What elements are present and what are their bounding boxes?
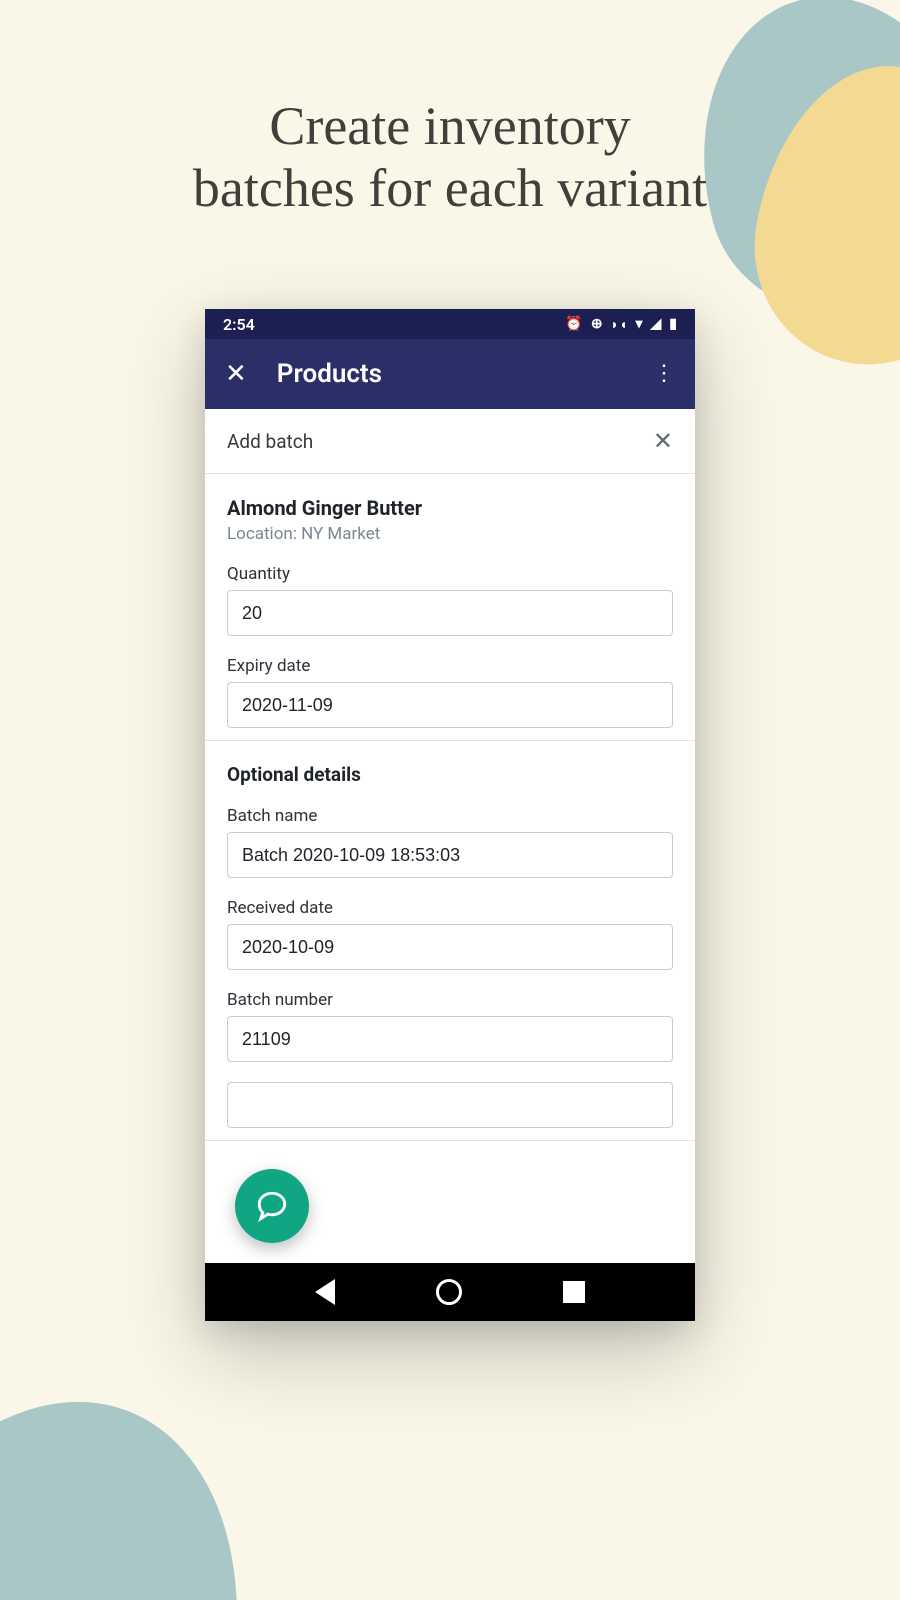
signal-icon: ◢ bbox=[651, 316, 662, 332]
alarm-icon: ⏰ bbox=[565, 316, 582, 332]
headline-line: Create inventory bbox=[269, 96, 630, 156]
status-time: 2:54 bbox=[223, 315, 255, 334]
received-date-field: Received date bbox=[227, 898, 673, 970]
extra-input[interactable] bbox=[227, 1082, 673, 1128]
close-icon[interactable]: ✕ bbox=[653, 427, 673, 455]
nav-back-icon[interactable] bbox=[315, 1279, 335, 1305]
battery-icon: ▮ bbox=[669, 316, 677, 332]
decorative-blob bbox=[0, 1342, 313, 1600]
batch-number-input[interactable] bbox=[227, 1016, 673, 1062]
quantity-input[interactable] bbox=[227, 590, 673, 636]
extra-field bbox=[227, 1082, 673, 1128]
page-headline: Create inventory batches for each varian… bbox=[0, 95, 900, 219]
batch-name-field: Batch name bbox=[227, 806, 673, 878]
android-nav-bar bbox=[205, 1263, 695, 1321]
quantity-label: Quantity bbox=[227, 564, 673, 584]
vibrate-icon: ◗◖ bbox=[611, 316, 628, 333]
batch-number-label: Batch number bbox=[227, 990, 673, 1010]
product-location: Location: NY Market bbox=[227, 524, 673, 544]
optional-section: Optional details Batch name Received dat… bbox=[205, 741, 695, 1141]
phone-mockup: 2:54 ⏰ ⊕ ◗◖ ▾ ◢ ▮ ✕ Products ⋮ Add batch… bbox=[205, 309, 695, 1321]
nav-recent-icon[interactable] bbox=[563, 1281, 585, 1303]
status-icons: ⏰ ⊕ ◗◖ ▾ ◢ ▮ bbox=[565, 316, 677, 333]
batch-name-label: Batch name bbox=[227, 806, 673, 826]
batch-name-input[interactable] bbox=[227, 832, 673, 878]
received-date-input[interactable] bbox=[227, 924, 673, 970]
target-icon: ⊕ bbox=[591, 316, 603, 332]
status-bar: 2:54 ⏰ ⊕ ◗◖ ▾ ◢ ▮ bbox=[205, 309, 695, 339]
received-date-label: Received date bbox=[227, 898, 673, 918]
screen-content: Add batch ✕ Almond Ginger Butter Locatio… bbox=[205, 409, 695, 1263]
app-bar: ✕ Products ⋮ bbox=[205, 339, 695, 409]
headline-line: batches for each variant bbox=[193, 158, 707, 218]
close-icon[interactable]: ✕ bbox=[225, 361, 247, 387]
expiry-label: Expiry date bbox=[227, 656, 673, 676]
wifi-icon: ▾ bbox=[635, 316, 642, 332]
chat-icon bbox=[255, 1189, 289, 1223]
expiry-field: Expiry date bbox=[227, 656, 673, 728]
chat-fab[interactable] bbox=[235, 1169, 309, 1243]
batch-number-field: Batch number bbox=[227, 990, 673, 1062]
expiry-input[interactable] bbox=[227, 682, 673, 728]
modal-title: Add batch bbox=[227, 430, 313, 453]
nav-home-icon[interactable] bbox=[436, 1279, 462, 1305]
modal-header: Add batch ✕ bbox=[205, 409, 695, 474]
quantity-field: Quantity bbox=[227, 564, 673, 636]
kebab-menu-icon[interactable]: ⋮ bbox=[653, 370, 675, 379]
product-section: Almond Ginger Butter Location: NY Market… bbox=[205, 474, 695, 741]
optional-heading: Optional details bbox=[227, 763, 673, 786]
app-bar-title: Products bbox=[277, 359, 653, 389]
product-name: Almond Ginger Butter bbox=[227, 496, 673, 520]
